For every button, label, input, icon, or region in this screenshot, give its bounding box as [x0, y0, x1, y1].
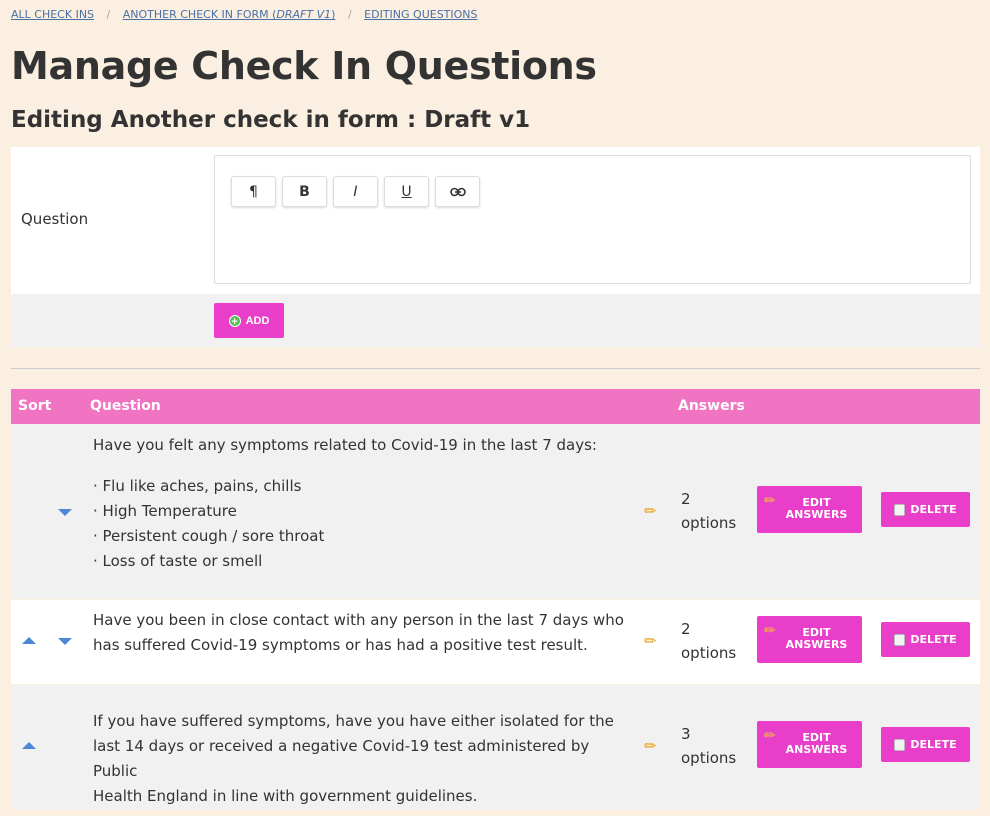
answers-count: 2 options — [681, 617, 736, 665]
breadcrumb: ALL CHECK INS / ANOTHER CHECK IN FORM (D… — [11, 8, 478, 21]
delete-label: DELETE — [910, 503, 957, 516]
move-down-arrow-icon[interactable] — [58, 638, 72, 645]
edit-question-pencil-icon[interactable]: ✏ — [644, 632, 657, 650]
underline-button[interactable]: U — [384, 176, 429, 207]
edit-answers-label: EDIT ANSWERS — [757, 497, 862, 521]
table-row: Have you been in close contact with any … — [11, 600, 980, 684]
bold-button[interactable]: B — [282, 176, 327, 207]
question-form-row: Question ¶ B I U — [11, 147, 980, 294]
edit-answers-button[interactable]: ✏ EDIT ANSWERS — [757, 721, 862, 768]
table-row: Have you felt any symptoms related to Co… — [11, 424, 980, 599]
question-intro: Have you felt any symptoms related to Co… — [93, 436, 597, 454]
question-rich-text-editor[interactable]: ¶ B I U — [214, 155, 971, 284]
answers-unit: options — [681, 514, 737, 532]
question-line: last 14 days or received a negative Covi… — [93, 737, 590, 780]
edit-answers-label: EDIT ANSWERS — [757, 627, 862, 651]
question-line: has suffered Covid-19 symptoms or has ha… — [93, 636, 588, 654]
table-row: If you have suffered symptoms, have you … — [11, 685, 980, 810]
answers-number: 2 — [681, 490, 691, 508]
link-icon — [449, 187, 466, 196]
italic-icon: I — [353, 183, 358, 200]
header-answers: Answers — [678, 398, 745, 414]
questions-table-header: Sort Question Answers — [11, 389, 980, 424]
edit-answers-button[interactable]: ✏ EDIT ANSWERS — [757, 616, 862, 663]
answers-unit: options — [681, 644, 737, 662]
header-sort: Sort — [18, 398, 52, 414]
breadcrumb-form-version: DRAFT V1 — [276, 8, 332, 21]
edit-question-pencil-icon[interactable]: ✏ — [644, 502, 657, 520]
question-line: · Persistent cough / sore throat — [93, 527, 325, 545]
question-line: · Loss of taste or smell — [93, 552, 263, 570]
answers-unit: options — [681, 749, 737, 767]
move-up-arrow-icon[interactable] — [22, 637, 36, 644]
question-text: Have you been in close contact with any … — [93, 608, 633, 658]
paragraph-button[interactable]: ¶ — [231, 176, 276, 207]
breadcrumb-separator: / — [106, 8, 111, 21]
breadcrumb-all-check-ins[interactable]: ALL CHECK INS — [11, 8, 94, 21]
add-question-form: Question ¶ B I U + ADD — [11, 147, 980, 347]
page-subtitle: Editing Another check in form : Draft v1 — [11, 107, 531, 133]
link-button[interactable] — [435, 176, 480, 207]
answers-count: 3 options — [681, 722, 736, 770]
question-text: If you have suffered symptoms, have you … — [93, 709, 633, 809]
question-line: · High Temperature — [93, 502, 237, 520]
add-question-button[interactable]: + ADD — [214, 303, 284, 338]
move-down-arrow-icon[interactable] — [58, 509, 72, 516]
add-button-label: ADD — [245, 314, 270, 327]
question-line: Health England in line with government g… — [93, 787, 478, 805]
delete-question-button[interactable]: DELETE — [881, 727, 970, 762]
question-label: Question — [21, 210, 89, 228]
trash-icon — [894, 633, 906, 646]
question-line: · Flu like aches, pains, chills — [93, 477, 302, 495]
breadcrumb-editing-questions[interactable]: EDITING QUESTIONS — [364, 8, 477, 21]
edit-question-pencil-icon[interactable]: ✏ — [644, 737, 657, 755]
answers-number: 2 — [681, 620, 691, 638]
answers-count: 2 options — [681, 487, 736, 535]
paragraph-icon: ¶ — [249, 183, 258, 200]
plus-circle-icon: + — [228, 314, 241, 328]
bold-icon: B — [299, 183, 310, 200]
question-line: Have you been in close contact with any … — [93, 611, 624, 629]
edit-answers-button[interactable]: ✏ EDIT ANSWERS — [757, 486, 862, 533]
delete-label: DELETE — [910, 633, 957, 646]
edit-answers-label: EDIT ANSWERS — [757, 732, 862, 756]
question-line: If you have suffered symptoms, have you … — [93, 712, 614, 730]
italic-button[interactable]: I — [333, 176, 378, 207]
breadcrumb-separator: / — [347, 8, 352, 21]
trash-icon — [894, 738, 906, 751]
delete-label: DELETE — [910, 738, 957, 751]
question-text: Have you felt any symptoms related to Co… — [93, 433, 633, 574]
breadcrumb-form-prefix: ANOTHER CHECK IN FORM ( — [122, 8, 277, 21]
divider — [11, 368, 980, 369]
edit-label-line2: ANSWERS — [785, 508, 848, 521]
move-up-arrow-icon[interactable] — [22, 742, 36, 749]
delete-question-button[interactable]: DELETE — [881, 492, 970, 527]
delete-question-button[interactable]: DELETE — [881, 622, 970, 657]
edit-label-line2: ANSWERS — [785, 743, 848, 756]
page-title: Manage Check In Questions — [11, 44, 597, 88]
underline-icon: U — [401, 183, 412, 200]
edit-label-line2: ANSWERS — [785, 638, 848, 651]
header-question: Question — [90, 398, 161, 414]
trash-icon — [894, 503, 906, 516]
breadcrumb-check-in-form[interactable]: ANOTHER CHECK IN FORM (DRAFT V1) — [123, 8, 336, 21]
breadcrumb-form-suffix: ) — [331, 8, 336, 21]
answers-number: 3 — [681, 725, 691, 743]
